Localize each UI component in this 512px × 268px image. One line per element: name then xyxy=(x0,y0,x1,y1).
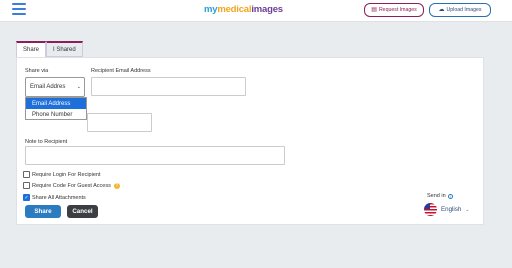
logo-text-medical: medical xyxy=(217,4,252,15)
share-all-attachments-option: ✓ Share All Attachments xyxy=(23,194,86,201)
hamburger-menu-icon[interactable] xyxy=(12,3,26,15)
cancel-button[interactable]: Cancel xyxy=(67,205,98,218)
send-in-label-row: Send in i xyxy=(427,193,453,199)
require-code-checkbox[interactable] xyxy=(23,182,30,189)
require-code-option: Require Code For Guest Access ? xyxy=(23,182,120,189)
site-logo[interactable]: mymedicalimages xyxy=(204,4,283,15)
chevron-down-icon: ⌄ xyxy=(76,84,81,90)
option-phone-number[interactable]: Phone Number xyxy=(26,109,86,120)
logo-text-my: my xyxy=(204,4,218,15)
recipient-email-label: Recipient Email Address xyxy=(91,68,151,74)
us-flag-icon xyxy=(424,203,437,216)
share-via-label: Share via xyxy=(25,68,49,74)
share-button[interactable]: Share xyxy=(25,205,61,218)
tab-share[interactable]: Share xyxy=(16,41,47,57)
menu-line xyxy=(12,3,26,5)
menu-line xyxy=(12,13,26,15)
share-via-select[interactable]: Email Addres ⌄ xyxy=(25,77,85,97)
language-label: English xyxy=(441,206,462,213)
share-via-value: Email Addres xyxy=(30,84,66,90)
image-icon: ▤ xyxy=(371,7,377,13)
share-all-attachments-checkbox[interactable]: ✓ xyxy=(23,194,30,201)
upload-images-label: Upload Images xyxy=(446,7,482,13)
note-input[interactable] xyxy=(25,146,285,165)
recipient-email-input[interactable] xyxy=(91,77,246,96)
require-login-option: Require Login For Recipient xyxy=(23,171,100,178)
require-login-label: Require Login For Recipient xyxy=(32,171,101,178)
require-code-label: Require Code For Guest Access xyxy=(32,182,111,189)
request-images-label: Request Images xyxy=(378,7,417,13)
chevron-down-icon: ⌄ xyxy=(465,206,470,213)
note-label: Note to Recipient xyxy=(25,139,68,145)
share-via-dropdown: Email Address Phone Number xyxy=(25,97,87,120)
info-icon[interactable]: i xyxy=(447,193,453,199)
question-icon[interactable]: ? xyxy=(113,182,120,189)
language-selector[interactable]: English ⌄ xyxy=(424,203,470,216)
upload-images-button[interactable]: ☁ Upload Images xyxy=(429,3,491,17)
send-in-label: Send in xyxy=(427,193,446,199)
logo-text-images: images xyxy=(251,4,283,15)
option-email-address[interactable]: Email Address xyxy=(26,98,86,109)
cloud-upload-icon: ☁ xyxy=(438,7,445,13)
menu-line xyxy=(12,8,26,10)
top-navbar: mymedicalimages ▤ Request Images ☁ Uploa… xyxy=(0,0,512,22)
request-images-button[interactable]: ▤ Request Images xyxy=(364,3,424,17)
share-form-card: Share via Email Addres ⌄ Email Address P… xyxy=(16,57,484,225)
tab-bar: Share I Shared xyxy=(16,41,83,57)
phone-number-input[interactable] xyxy=(87,113,152,132)
share-panel: Share I Shared Share via Email Addres ⌄ … xyxy=(16,41,484,225)
share-all-attachments-label: Share All Attachments xyxy=(32,194,86,201)
require-login-checkbox[interactable] xyxy=(23,171,30,178)
tab-i-shared[interactable]: I Shared xyxy=(46,41,83,57)
